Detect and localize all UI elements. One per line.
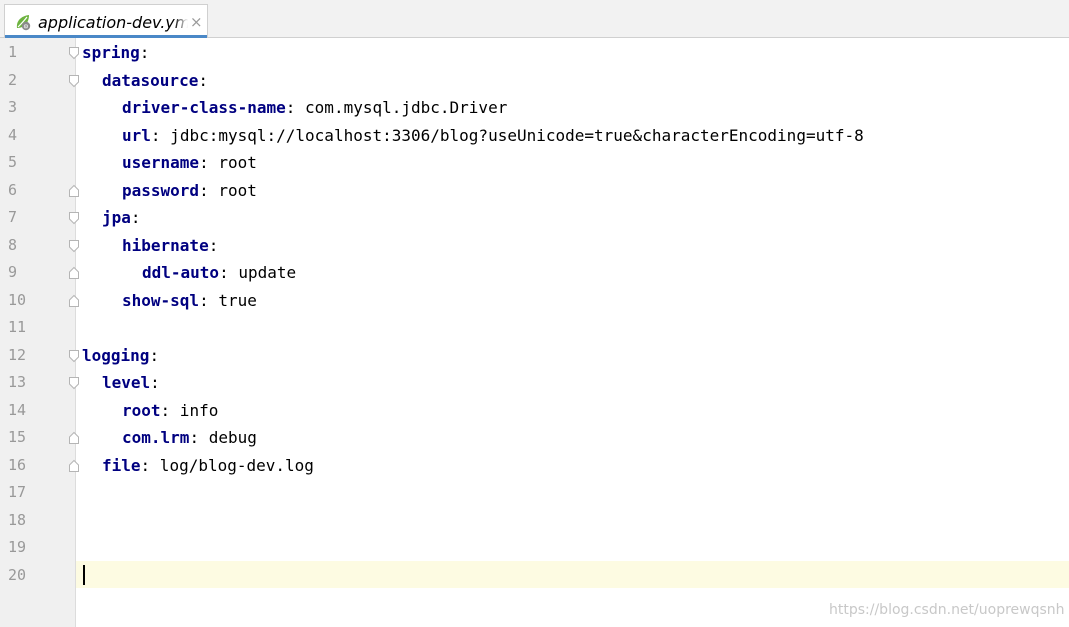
- yaml-value: log/blog-dev.log: [150, 455, 314, 475]
- yaml-colon: :: [219, 263, 229, 282]
- yaml-key: username: [122, 153, 200, 172]
- yaml-colon: :: [199, 180, 209, 200]
- yaml-key: file: [102, 455, 141, 475]
- fold-collapse-icon[interactable]: [68, 46, 80, 60]
- line-number: 18: [8, 510, 27, 529]
- yaml-colon: :: [149, 345, 160, 365]
- code-line: username: root: [122, 149, 257, 177]
- line-number: 19: [8, 538, 27, 556]
- code-line: spring:: [82, 39, 149, 67]
- yaml-value: jdbc:mysql://localhost:3306/blog?useUnic…: [160, 125, 864, 145]
- fold-collapse-icon[interactable]: [68, 349, 80, 363]
- code-line: com.lrm: debug: [122, 424, 257, 452]
- code-line: show-sql: true: [122, 287, 257, 315]
- code-line: logging:: [82, 342, 159, 370]
- yaml-colon: :: [160, 400, 171, 420]
- yaml-colon: :: [139, 43, 150, 62]
- code-line: jpa:: [102, 204, 141, 232]
- line-number: 20: [8, 565, 27, 584]
- tab-title: application-dev.yml: [38, 13, 188, 33]
- yaml-key: level: [102, 373, 151, 392]
- fold-collapse-icon[interactable]: [68, 376, 80, 390]
- yaml-value: debug: [199, 428, 257, 447]
- tab-close-icon[interactable]: ×: [190, 12, 204, 32]
- yaml-value: root: [208, 153, 257, 172]
- yaml-value: com.mysql.jdbc.Driver: [295, 98, 508, 117]
- yaml-key: password: [122, 180, 200, 200]
- spring-leaf-icon: ⚙: [16, 15, 31, 31]
- line-number: 7: [8, 208, 18, 226]
- line-number: 5: [8, 153, 18, 171]
- yaml-key: ddl-auto: [142, 263, 220, 282]
- code-line: driver-class-name: com.mysql.jdbc.Driver: [122, 94, 507, 122]
- fold-end-icon[interactable]: [68, 294, 80, 308]
- yaml-colon: :: [208, 235, 219, 255]
- yaml-value: root: [208, 180, 257, 200]
- line-number: 8: [8, 235, 18, 254]
- yaml-value: update: [228, 263, 297, 282]
- yaml-key: url: [122, 125, 151, 145]
- text-caret: [83, 565, 85, 585]
- yaml-colon: :: [130, 208, 141, 227]
- line-number: 2: [8, 70, 18, 89]
- editor-tab-bar: ⚙ application-dev.yml ×: [0, 0, 1069, 38]
- yaml-key: spring: [82, 43, 140, 62]
- yaml-colon: :: [140, 455, 151, 475]
- fold-end-icon[interactable]: [68, 431, 80, 445]
- fold-end-icon[interactable]: [68, 266, 80, 280]
- yaml-key: hibernate: [122, 235, 209, 255]
- line-number: 15: [8, 428, 27, 446]
- yaml-colon: :: [199, 290, 209, 310]
- code-line: password: root: [122, 177, 257, 205]
- yaml-colon: :: [198, 70, 208, 90]
- yaml-key: root: [122, 400, 161, 420]
- line-number: 6: [8, 180, 18, 199]
- yaml-value: info: [170, 400, 219, 420]
- current-line-highlight: [76, 561, 1069, 588]
- line-number: 14: [8, 400, 27, 419]
- fold-collapse-icon[interactable]: [68, 211, 80, 225]
- svg-text:⚙: ⚙: [23, 24, 28, 31]
- code-editor[interactable]: 1 spring: 2 datasource: 3 driver-class-name: …: [0, 38, 1069, 627]
- yaml-colon: :: [199, 153, 209, 172]
- yaml-colon: :: [285, 98, 296, 117]
- yaml-key: logging: [82, 345, 150, 365]
- line-number: 4: [8, 125, 18, 144]
- editor-tab-application-dev[interactable]: ⚙ application-dev.yml ×: [4, 4, 208, 38]
- fold-end-icon[interactable]: [68, 184, 80, 198]
- line-number: 1: [8, 43, 18, 61]
- yaml-key: datasource: [102, 70, 199, 90]
- line-number: 16: [8, 455, 27, 474]
- line-number: 17: [8, 483, 27, 501]
- line-number: 13: [8, 373, 27, 391]
- watermark: https://blog.csdn.net/uoprewqsnh: [829, 602, 1065, 618]
- line-number: 11: [8, 318, 27, 336]
- line-number: 3: [8, 98, 18, 116]
- code-line: root: info: [122, 397, 218, 425]
- yaml-colon: :: [150, 373, 160, 392]
- fold-collapse-icon[interactable]: [68, 239, 80, 253]
- fold-end-icon[interactable]: [68, 459, 80, 473]
- yaml-value: true: [208, 290, 257, 310]
- yaml-key: com.lrm: [122, 428, 190, 447]
- code-line: url: jdbc:mysql://localhost:3306/blog?us…: [122, 122, 864, 150]
- line-number: 9: [8, 263, 18, 281]
- code-line: ddl-auto: update: [142, 259, 296, 287]
- code-line: hibernate:: [122, 232, 218, 260]
- code-line: file: log/blog-dev.log: [102, 452, 314, 480]
- code-line: datasource:: [102, 67, 208, 95]
- line-number: 12: [8, 345, 27, 364]
- code-line: level:: [102, 369, 160, 397]
- line-number: 10: [8, 290, 27, 309]
- yaml-colon: :: [150, 125, 161, 145]
- yaml-key: jpa: [102, 208, 131, 227]
- fold-collapse-icon[interactable]: [68, 74, 80, 88]
- yaml-key: show-sql: [122, 290, 200, 310]
- yaml-colon: :: [189, 428, 200, 447]
- yaml-key: driver-class-name: [122, 98, 286, 117]
